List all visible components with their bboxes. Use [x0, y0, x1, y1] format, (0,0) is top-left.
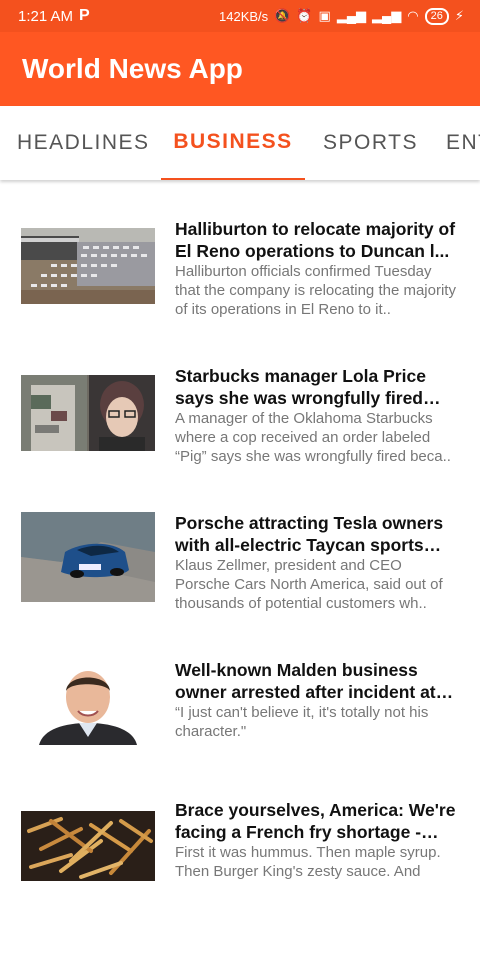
article-description: “I just can't believe it, it's totally n…: [175, 704, 429, 740]
wifi-icon: ◠: [407, 8, 419, 23]
news-list-item[interactable]: Starbucks manager Lola Price says she wa…: [0, 365, 480, 512]
article-title: Starbucks manager Lola Price says she wa…: [175, 366, 426, 408]
net-speed: 142KB/s: [219, 8, 269, 24]
article-description: Klaus Zellmer, president and CEO Porsche…: [175, 557, 443, 612]
news-list-item[interactable]: Brace yourselves, America: We're facing …: [0, 799, 480, 946]
status-bar: 1:21 AM P 142KB/s 🔕 ⏰ ▣ ▂▄▆ ▂▄▆ ◠ 26 ⚡: [0, 0, 480, 32]
article-thumbnail: [21, 228, 155, 304]
news-list-item[interactable]: Well-known Malden business owner arreste…: [0, 659, 480, 799]
tab-bar: HEADLINES BUSINESS SPORTS ENT: [0, 106, 480, 180]
app-bar: World News App: [0, 32, 480, 106]
article-thumbnail: [21, 811, 155, 881]
news-list-item[interactable]: Porsche attracting Tesla owners with all…: [0, 512, 480, 659]
article-description: Halliburton officials confirmed Tuesday …: [175, 263, 456, 318]
signal-2-icon: ▂▄▆: [372, 8, 402, 23]
status-time: 1:21 AM: [18, 7, 74, 25]
tab-entertainment[interactable]: ENT: [446, 106, 480, 180]
article-description: A manager of the Oklahoma Starbucks wher…: [175, 410, 451, 465]
article-description: First it was hummus. Then maple syrup. T…: [175, 844, 441, 880]
signal-icon: ▂▄▆: [336, 8, 367, 23]
volte-icon: ▣: [318, 8, 331, 23]
article-title: Brace yourselves, America: We're facing …: [175, 800, 456, 842]
app-title: World News App: [22, 53, 243, 84]
news-feed: Halliburton to relocate majority of El R…: [0, 180, 480, 946]
battery-icon: 26: [424, 7, 449, 25]
article-title: Well-known Malden business owner arreste…: [175, 660, 436, 702]
news-list-item[interactable]: Halliburton to relocate majority of El R…: [0, 218, 480, 365]
tab-headlines[interactable]: HEADLINES: [17, 106, 150, 180]
article-title: Halliburton to relocate majority of El R…: [175, 219, 456, 261]
charging-icon: ⚡: [454, 8, 464, 23]
article-thumbnail: [21, 512, 155, 602]
article-thumbnail: [21, 375, 155, 451]
mute-icon: 🔕: [274, 8, 291, 23]
alarm-icon: ⏰: [296, 8, 313, 23]
parking-app-icon: P: [79, 7, 90, 24]
tab-sports[interactable]: SPORTS: [323, 106, 418, 180]
tab-business[interactable]: BUSINESS: [161, 106, 305, 180]
article-thumbnail: [21, 669, 155, 745]
article-title: Porsche attracting Tesla owners with all…: [175, 513, 444, 555]
